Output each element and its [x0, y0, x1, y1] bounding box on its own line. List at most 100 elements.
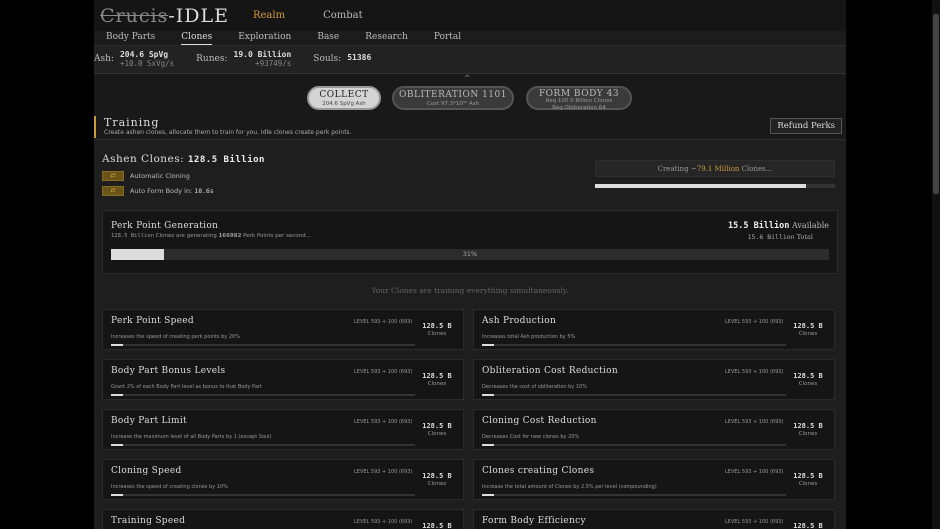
section-subtitle: Create ashen clones, allocate them to tr…	[104, 129, 352, 136]
tab-exploration[interactable]: Exploration	[238, 32, 291, 44]
training-level: LEVEL 593 + 100 (693)	[354, 319, 413, 325]
resource-rate: +93749/s	[255, 59, 292, 68]
tab-base[interactable]: Base	[317, 32, 339, 44]
left-margin	[0, 0, 94, 529]
section-title: Training	[104, 116, 160, 129]
training-clones-value: 128.5 B	[793, 422, 823, 430]
training-progress-bar	[482, 444, 786, 446]
training-desc: Decreases the cost of obliteration by 10…	[482, 384, 587, 390]
resource-label: Runes:	[196, 54, 228, 64]
tab-portal[interactable]: Portal	[434, 32, 461, 44]
tab-research[interactable]: Research	[365, 32, 408, 44]
resource-souls: Souls: 51386	[313, 50, 371, 64]
resource-label: Souls:	[313, 54, 342, 64]
automatic-cloning-label: Automatic Cloning	[130, 172, 190, 180]
training-title: Form Body Efficiency	[482, 516, 586, 526]
training-card-clones-creating-clones[interactable]: Clones creating Clones LEVEL 593 + 100 (6…	[473, 459, 835, 500]
automatic-cloning-toggle[interactable]: ⇄ Automatic Cloning	[102, 171, 190, 181]
training-level: LEVEL 593 + 100 (693)	[354, 519, 413, 525]
resource-rate: +10.0 SxVg/s	[119, 59, 175, 68]
training-title: Body Part Limit	[111, 416, 187, 426]
training-desc: Increase the maximum level of all Body P…	[111, 434, 272, 440]
training-card-cloning-cost-reduction[interactable]: Cloning Cost Reduction LEVEL 593 + 100 (6…	[473, 409, 835, 450]
training-clones-label: Clones	[798, 481, 818, 487]
perk-available-value: 15.5 Billion	[727, 221, 790, 231]
collect-button[interactable]: COLLECT 204.6 SpVg Ash	[307, 86, 381, 110]
training-clones-value: 128.5 B	[422, 522, 452, 529]
training-progress-bar	[111, 444, 415, 446]
training-progress-fill	[482, 494, 495, 496]
resource-ash: Ash: 204.6 SpVg +10.0 SxVg/s	[94, 50, 174, 68]
training-clones-label: Clones	[427, 331, 447, 337]
perk-gen-desc-end: Perk Points per second...	[243, 233, 311, 239]
training-card-perk-point-speed[interactable]: Perk Point Speed LEVEL 593 + 100 (693) Inc…	[102, 309, 464, 350]
nav-combat[interactable]: Combat	[323, 10, 363, 21]
obliteration-sub: Cost 97.3*10⁵⁰ Ash	[426, 101, 480, 107]
training-clones-value: 128.5 B	[422, 472, 452, 480]
resource-value: 204.6 SpVg	[119, 50, 169, 59]
refund-perks-button[interactable]: Refund Perks	[770, 118, 842, 134]
training-desc: Increases the speed of creating clones b…	[111, 484, 228, 490]
training-level: LEVEL 593 + 100 (693)	[354, 469, 413, 475]
training-card-obliteration-cost-reduction[interactable]: Obliteration Cost Reduction LEVEL 593 + 1…	[473, 359, 835, 400]
training-progress-bar	[482, 394, 786, 396]
form-body-sub2: Req Obliteration 64	[552, 105, 606, 111]
toggle-check-icon[interactable]: ⇄	[102, 186, 124, 196]
training-desc: Increases the speed of creating perk poi…	[111, 334, 240, 340]
ashen-clones-count: 128.5 Billion	[188, 155, 265, 165]
training-progress-fill	[111, 344, 124, 346]
training-clones-label: Clones	[427, 431, 447, 437]
form-body-button[interactable]: FORM BODY 43 Req 100.0 Billion Clones Re…	[526, 86, 632, 111]
perk-gen-clone-count: 128.5 Billion	[111, 233, 155, 239]
training-title: Clones creating Clones	[482, 466, 595, 476]
training-title: Ash Production	[482, 316, 557, 326]
training-card-training-speed[interactable]: Training Speed LEVEL 593 + 100 (693) 128.5…	[102, 509, 464, 529]
training-clones-value: 128.5 B	[793, 322, 823, 330]
training-card-ash-production[interactable]: Ash Production LEVEL 593 + 100 (693) Incre…	[473, 309, 835, 350]
training-title: Perk Point Speed	[111, 316, 194, 326]
collect-label: COLLECT	[319, 90, 369, 100]
form-body-label: FORM BODY 43	[538, 89, 620, 99]
right-margin	[846, 0, 940, 529]
perk-total-label: Total	[796, 233, 813, 241]
training-section: Training Create ashen clones, allocate t…	[94, 116, 846, 138]
training-level: LEVEL 593 + 100 (693)	[725, 419, 784, 425]
perk-available-label: Available	[791, 221, 829, 230]
obliteration-label: OBLITERATION 1101	[399, 90, 507, 100]
training-card-form-body-efficiency[interactable]: Form Body Efficiency LEVEL 593 + 100 (693…	[473, 509, 835, 529]
training-title: Obliteration Cost Reduction	[482, 366, 618, 376]
collapse-chevron-icon[interactable]: ^	[464, 74, 471, 83]
collect-sub: 204.6 SpVg Ash	[322, 101, 366, 107]
training-title: Training Speed	[111, 516, 186, 526]
training-desc: Increases total Ash production by 5%	[482, 334, 576, 340]
tab-clones[interactable]: Clones	[181, 32, 213, 45]
game-logo: Crucis-IDLE	[100, 4, 229, 27]
training-desc: Decreases Cost for new clones by 20%	[482, 434, 580, 440]
training-title: Body Part Bonus Levels	[111, 366, 226, 376]
training-clones-label: Clones	[798, 431, 818, 437]
obliteration-button[interactable]: OBLITERATION 1101 Cost 97.3*10⁵⁰ Ash	[392, 86, 514, 110]
perk-point-generation: Perk Point Generation 128.5 Billion Clon…	[102, 210, 838, 274]
toggle-check-icon[interactable]: ⇄	[102, 171, 124, 181]
scrollbar[interactable]	[932, 0, 940, 529]
tab-body-parts[interactable]: Body Parts	[106, 32, 155, 44]
training-title: Cloning Cost Reduction	[482, 416, 597, 426]
resource-bar: Ash: 204.6 SpVg +10.0 SxVg/s Runes: 19.0 …	[94, 46, 846, 74]
nav-realm[interactable]: Realm	[253, 10, 285, 21]
training-progress-fill	[482, 394, 495, 396]
training-card-body-part-limit[interactable]: Body Part Limit LEVEL 593 + 100 (693) Incr…	[102, 409, 464, 450]
training-level: LEVEL 593 + 100 (693)	[725, 519, 784, 525]
ashen-clones-label: Ashen Clones:	[102, 153, 185, 165]
training-clones-value: 128.5 B	[793, 522, 823, 529]
training-clones-value: 128.5 B	[422, 372, 452, 380]
training-card-cloning-speed[interactable]: Cloning Speed LEVEL 593 + 100 (693) Increa…	[102, 459, 464, 500]
scrollbar-thumb[interactable]	[933, 14, 939, 194]
training-clones-value: 128.5 B	[793, 372, 823, 380]
training-desc: Increase the total amount of Clones by 2…	[482, 484, 657, 490]
auto-form-body-toggle[interactable]: ⇄ Auto Form Body in: 18.6s	[102, 186, 214, 196]
training-card-body-part-bonus-levels[interactable]: Body Part Bonus Levels LEVEL 593 + 100 (6…	[102, 359, 464, 400]
logo-struck-text: Crucis	[100, 4, 169, 27]
main-area: Crucis-IDLE Realm Combat Body Parts Clon…	[94, 0, 846, 529]
auto-form-label: Auto Form Body in:	[130, 187, 193, 195]
training-progress-fill	[482, 344, 495, 346]
